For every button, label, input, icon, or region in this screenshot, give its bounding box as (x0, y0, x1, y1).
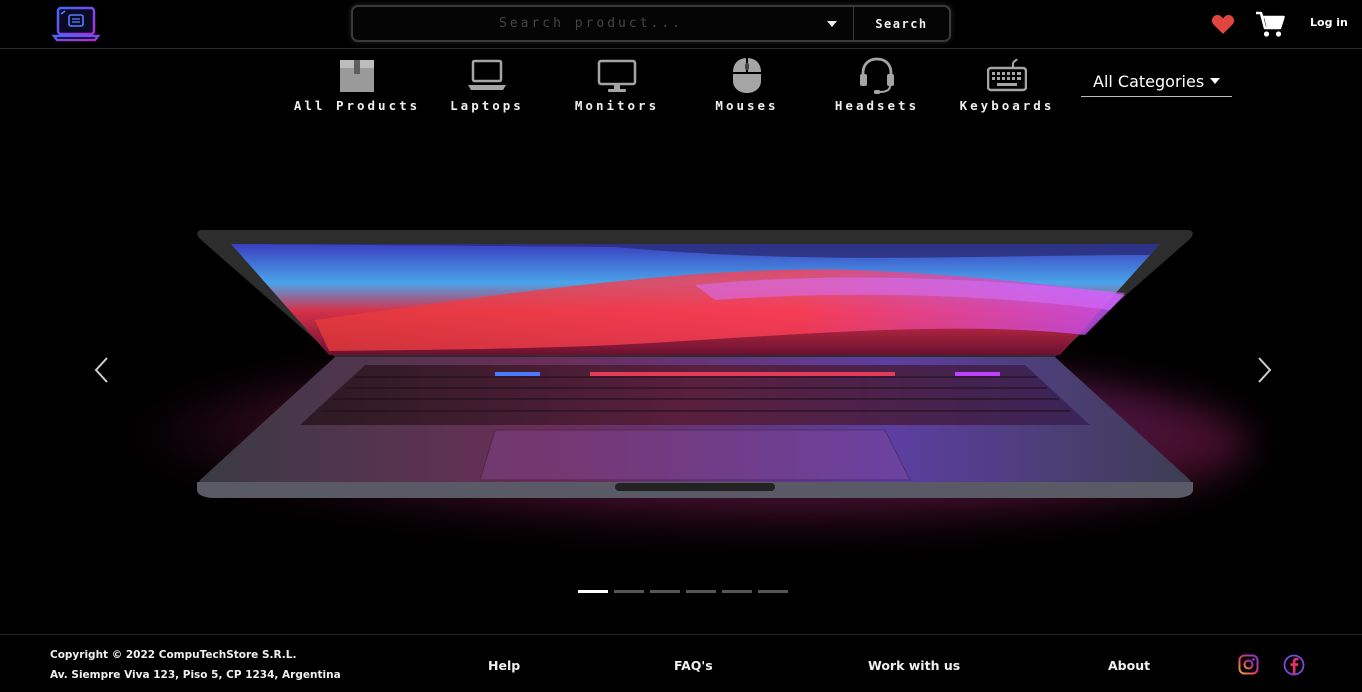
header: Search Log in (0, 0, 1362, 49)
category-label: All Products (293, 98, 421, 113)
carousel-indicator[interactable] (614, 590, 644, 593)
category-label: Laptops (450, 98, 524, 113)
copyright-text: Copyright © 2022 CompuTechStore S.R.L. (50, 649, 297, 661)
address-text: Av. Siempre Viva 123, Piso 5, CP 1234, A… (50, 669, 341, 681)
login-link[interactable]: Log in (1310, 16, 1348, 29)
search-button[interactable]: Search (854, 7, 949, 40)
search-bar: Search (351, 5, 951, 42)
carousel-prev-arrow-icon[interactable] (92, 355, 112, 385)
footer-link-work-with-us[interactable]: Work with us (868, 658, 960, 673)
mouse-icon (733, 58, 761, 93)
carousel-indicator[interactable] (686, 590, 716, 593)
search-dropdown-caret-icon[interactable] (827, 20, 837, 27)
laptop-icon (468, 59, 506, 90)
carousel-next-arrow-icon[interactable] (1254, 355, 1274, 385)
facebook-icon[interactable] (1283, 654, 1305, 676)
hero-laptop-image (197, 230, 1193, 498)
store-logo-icon[interactable] (52, 6, 100, 42)
carousel-indicators (578, 590, 788, 593)
category-all-products[interactable]: All Products (292, 56, 422, 113)
category-label: Monitors (574, 98, 660, 113)
cart-icon[interactable] (1255, 11, 1285, 38)
footer-link-about[interactable]: About (1108, 658, 1150, 673)
category-headsets[interactable]: Headsets (812, 56, 942, 113)
search-input[interactable] (353, 7, 829, 40)
category-label: Keyboards (959, 98, 1055, 113)
carousel-indicator[interactable] (650, 590, 680, 593)
category-laptops[interactable]: Laptops (422, 56, 552, 113)
category-label: Headsets (834, 98, 920, 113)
footer: Copyright © 2022 CompuTechStore S.R.L. A… (0, 634, 1362, 692)
category-keyboards[interactable]: Keyboards (942, 56, 1072, 113)
footer-link-faqs[interactable]: FAQ's (674, 658, 713, 673)
carousel-indicator[interactable] (758, 590, 788, 593)
box-icon (340, 60, 374, 92)
category-monitors[interactable]: Monitors (552, 56, 682, 113)
hero-carousel (0, 125, 1362, 620)
chevron-down-icon (1210, 78, 1220, 84)
headset-icon (860, 57, 894, 94)
instagram-icon[interactable] (1238, 654, 1259, 675)
category-select-value: All Categories (1093, 71, 1205, 91)
carousel-indicator[interactable] (722, 590, 752, 593)
monitor-icon (597, 59, 637, 92)
carousel-indicator[interactable] (578, 590, 608, 593)
category-select[interactable]: All Categories (1081, 66, 1232, 97)
keyboard-icon (987, 58, 1027, 92)
category-label: Mouses (715, 98, 779, 113)
category-mouses[interactable]: Mouses (682, 56, 812, 113)
footer-link-help[interactable]: Help (488, 658, 520, 673)
heart-icon[interactable] (1211, 13, 1235, 35)
